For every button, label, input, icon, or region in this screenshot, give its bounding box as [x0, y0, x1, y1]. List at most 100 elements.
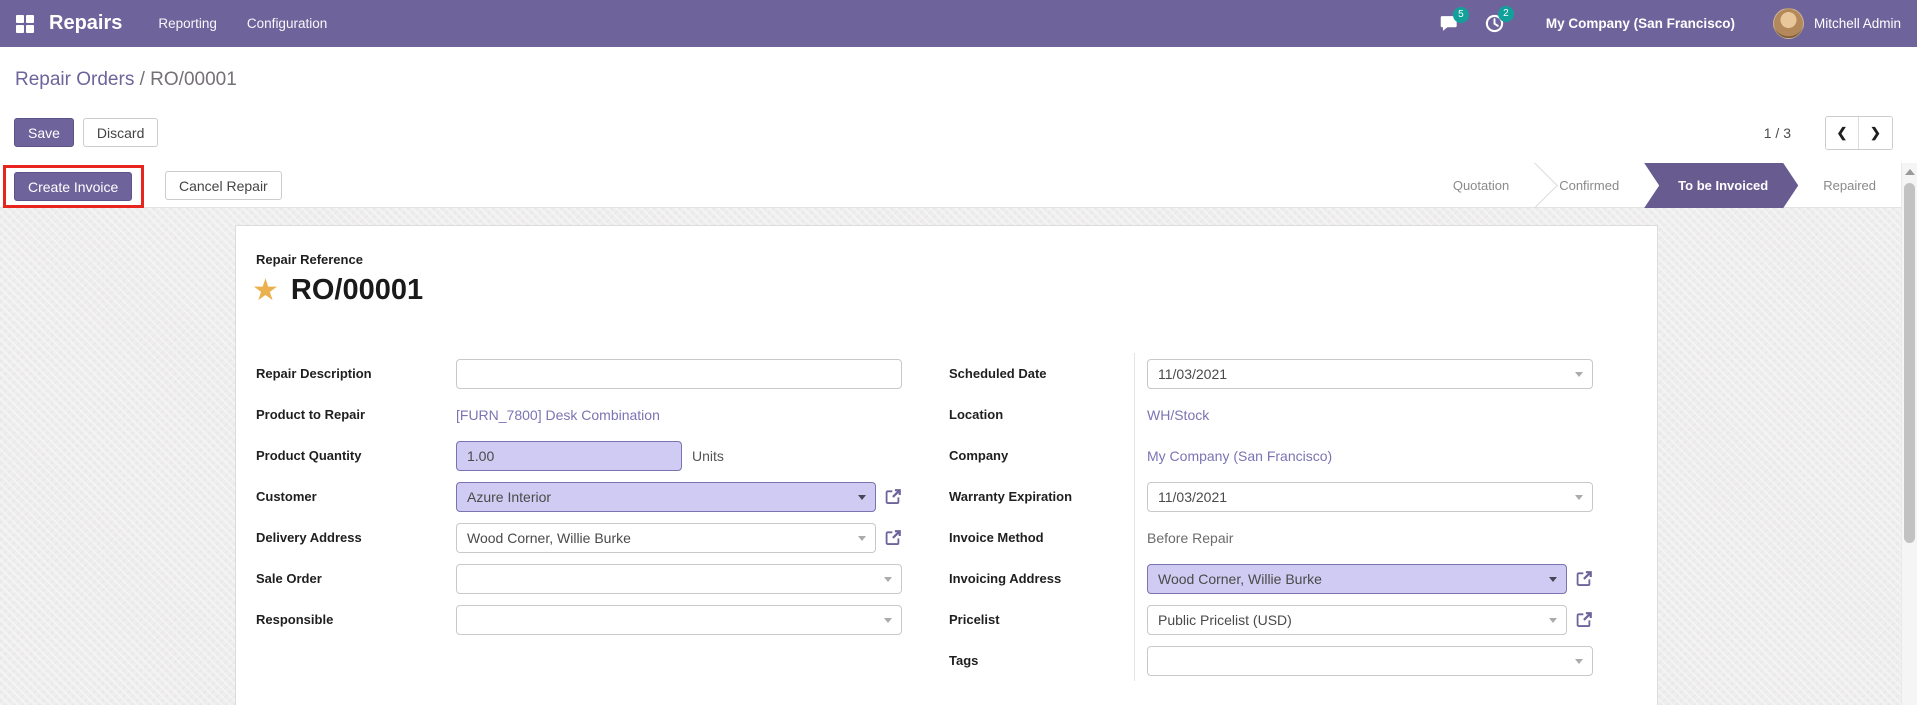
breadcrumb-current: RO/00001: [150, 69, 237, 90]
field-row: Location WH/Stock: [949, 394, 1639, 435]
favorite-star-icon[interactable]: ★: [252, 276, 279, 306]
field-row: Repair Description: [256, 353, 931, 394]
field-label: Company: [949, 448, 1134, 463]
field-label: Invoicing Address: [949, 571, 1134, 586]
dropdown-caret-icon: [884, 577, 892, 582]
pager: ❮ ❯: [1825, 116, 1893, 150]
breadcrumb: Repair Orders / RO/00001: [15, 69, 237, 91]
cancel-repair-button[interactable]: Cancel Repair: [165, 171, 282, 200]
statusbar: Create Invoice Cancel Repair Quotation C…: [0, 163, 1917, 208]
breadcrumb-separator: /: [134, 69, 150, 90]
field-row: Company My Company (San Francisco): [949, 435, 1639, 476]
previous-record-button[interactable]: ❮: [1826, 117, 1859, 149]
external-link-icon[interactable]: [1576, 570, 1593, 587]
annotation-highlight-box: Create Invoice: [3, 165, 144, 208]
field-row: Invoice Method Before Repair: [949, 517, 1639, 558]
scrollbar-thumb[interactable]: [1904, 183, 1915, 543]
dropdown-caret-icon: [1575, 659, 1583, 664]
product-quantity-input[interactable]: 1.00: [456, 441, 682, 471]
company-switcher[interactable]: My Company (San Francisco): [1546, 16, 1735, 31]
left-field-group: Repair Description Product to Repair [FU…: [256, 353, 931, 640]
messages-badge: 5: [1453, 7, 1469, 23]
field-row: Scheduled Date 11/03/2021: [949, 353, 1639, 394]
dropdown-caret-icon: [1575, 495, 1583, 500]
right-field-group: Scheduled Date 11/03/2021 Location WH/St…: [949, 353, 1639, 681]
sale-order-select[interactable]: [456, 564, 902, 594]
units-label: Units: [692, 448, 724, 464]
pager-value[interactable]: 1 / 3: [1764, 125, 1791, 141]
repair-reference-title: RO/00001: [291, 274, 423, 307]
field-label: Sale Order: [256, 571, 456, 586]
user-avatar[interactable]: [1773, 8, 1804, 39]
warranty-expiration-input[interactable]: 11/03/2021: [1147, 482, 1593, 512]
systray: 5 2 My Company (San Francisco) Mitchell …: [1440, 8, 1901, 39]
control-panel: Repair Orders / RO/00001 Save Discard 1 …: [0, 47, 1917, 163]
delivery-address-select[interactable]: Wood Corner, Willie Burke: [456, 523, 876, 553]
activities-badge: 2: [1498, 6, 1514, 22]
field-label: Delivery Address: [256, 530, 456, 545]
field-row: Invoicing Address Wood Corner, Willie Bu…: [949, 558, 1639, 599]
menu-configuration[interactable]: Configuration: [247, 16, 327, 31]
field-label: Product Quantity: [256, 448, 456, 463]
field-label: Responsible: [256, 612, 456, 627]
external-link-icon[interactable]: [885, 488, 902, 505]
chevron-left-icon: ❮: [1837, 125, 1848, 141]
field-label: Invoice Method: [949, 530, 1134, 545]
reference-field-label: Repair Reference: [256, 252, 363, 267]
dropdown-caret-icon: [1549, 577, 1557, 582]
dropdown-caret-icon: [1575, 372, 1583, 377]
dropdown-caret-icon: [858, 495, 866, 500]
form-view-background: Repair Reference ★ RO/00001 Repair Descr…: [0, 208, 1901, 705]
breadcrumb-parent[interactable]: Repair Orders: [15, 69, 134, 90]
field-row: Responsible: [256, 599, 931, 640]
field-row: Sale Order: [256, 558, 931, 599]
top-navbar: Repairs Reporting Configuration 5 2 My C…: [0, 0, 1917, 47]
location-link[interactable]: WH/Stock: [1147, 407, 1209, 423]
dropdown-caret-icon: [1549, 618, 1557, 623]
scheduled-date-input[interactable]: 11/03/2021: [1147, 359, 1593, 389]
user-menu[interactable]: Mitchell Admin: [1814, 16, 1901, 31]
field-label: Customer: [256, 489, 456, 504]
status-step-to-be-invoiced[interactable]: To be Invoiced: [1644, 163, 1798, 208]
status-step-quotation[interactable]: Quotation: [1428, 163, 1534, 208]
field-label: Repair Description: [256, 366, 456, 381]
tags-select[interactable]: [1147, 646, 1593, 676]
company-link[interactable]: My Company (San Francisco): [1147, 448, 1332, 464]
field-row: Warranty Expiration 11/03/2021: [949, 476, 1639, 517]
field-label: Warranty Expiration: [949, 489, 1134, 504]
invoicing-address-select[interactable]: Wood Corner, Willie Burke: [1147, 564, 1567, 594]
external-link-icon[interactable]: [885, 529, 902, 546]
customer-select[interactable]: Azure Interior: [456, 482, 876, 512]
status-pipeline: Quotation Confirmed To be Invoiced Repai…: [1428, 163, 1901, 208]
invoice-method-value: Before Repair: [1147, 530, 1233, 546]
field-row: Tags: [949, 640, 1639, 681]
field-row: Product to Repair [FURN_7800] Desk Combi…: [256, 394, 931, 435]
pricelist-select[interactable]: Public Pricelist (USD): [1147, 605, 1567, 635]
apps-menu-icon[interactable]: [16, 15, 34, 33]
repair-description-input[interactable]: [456, 359, 902, 389]
field-row: Product Quantity 1.00 Units: [256, 435, 931, 476]
scroll-up-button[interactable]: [1905, 169, 1915, 175]
field-label: Pricelist: [949, 612, 1134, 627]
save-button[interactable]: Save: [14, 118, 74, 147]
messages-icon[interactable]: 5: [1440, 15, 1459, 33]
create-invoice-button[interactable]: Create Invoice: [14, 172, 132, 201]
status-step-repaired[interactable]: Repaired: [1798, 163, 1901, 208]
vertical-scrollbar[interactable]: [1901, 163, 1917, 705]
field-row: Pricelist Public Pricelist (USD): [949, 599, 1639, 640]
activities-clock-icon[interactable]: 2: [1485, 14, 1504, 33]
field-label: Product to Repair: [256, 407, 456, 422]
external-link-icon[interactable]: [1576, 611, 1593, 628]
field-row: Delivery Address Wood Corner, Willie Bur…: [256, 517, 931, 558]
field-row: Customer Azure Interior: [256, 476, 931, 517]
field-label: Location: [949, 407, 1134, 422]
product-to-repair-link[interactable]: [FURN_7800] Desk Combination: [456, 407, 660, 423]
dropdown-caret-icon: [884, 618, 892, 623]
next-record-button[interactable]: ❯: [1859, 117, 1892, 149]
discard-button[interactable]: Discard: [83, 118, 158, 147]
chevron-right-icon: ❯: [1870, 125, 1881, 141]
responsible-select[interactable]: [456, 605, 902, 635]
app-brand[interactable]: Repairs: [49, 12, 122, 35]
status-step-confirmed[interactable]: Confirmed: [1534, 163, 1644, 208]
menu-reporting[interactable]: Reporting: [158, 16, 217, 31]
